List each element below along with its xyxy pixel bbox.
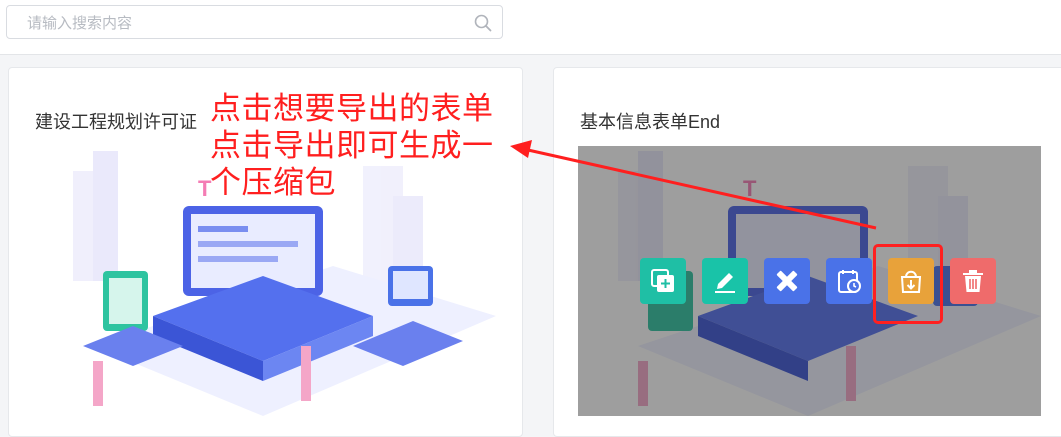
top-toolbar: [0, 0, 1061, 55]
form-card[interactable]: 基本信息表单End T: [553, 67, 1061, 437]
card-title: 基本信息表单End: [580, 112, 721, 132]
card-title: 建设工程规划许可证: [35, 112, 197, 132]
search-icon[interactable]: [474, 14, 492, 32]
copy-add-icon: [651, 269, 674, 292]
design-button[interactable]: [764, 258, 810, 304]
search-input[interactable]: [25, 12, 469, 34]
annotation-line: 点击导出即可生成一: [210, 128, 494, 163]
edit-button[interactable]: [702, 258, 748, 304]
export-highlight-box: [873, 244, 943, 324]
annotation-line: 点击想要导出的表单: [210, 91, 494, 126]
delete-button[interactable]: [950, 258, 996, 304]
search-box[interactable]: [6, 5, 503, 39]
copy-add-button[interactable]: [640, 258, 686, 304]
card-preview[interactable]: T: [578, 146, 1041, 416]
tutorial-annotation: 点击想要导出的表单 点击导出即可生成一 个压缩包: [210, 90, 494, 201]
schedule-button[interactable]: [826, 258, 872, 304]
design-ruler-icon: [776, 270, 798, 292]
edit-pencil-icon: [715, 273, 735, 293]
trash-icon: [963, 270, 983, 292]
annotation-line: 个压缩包: [210, 165, 336, 200]
schedule-icon: [838, 270, 861, 293]
